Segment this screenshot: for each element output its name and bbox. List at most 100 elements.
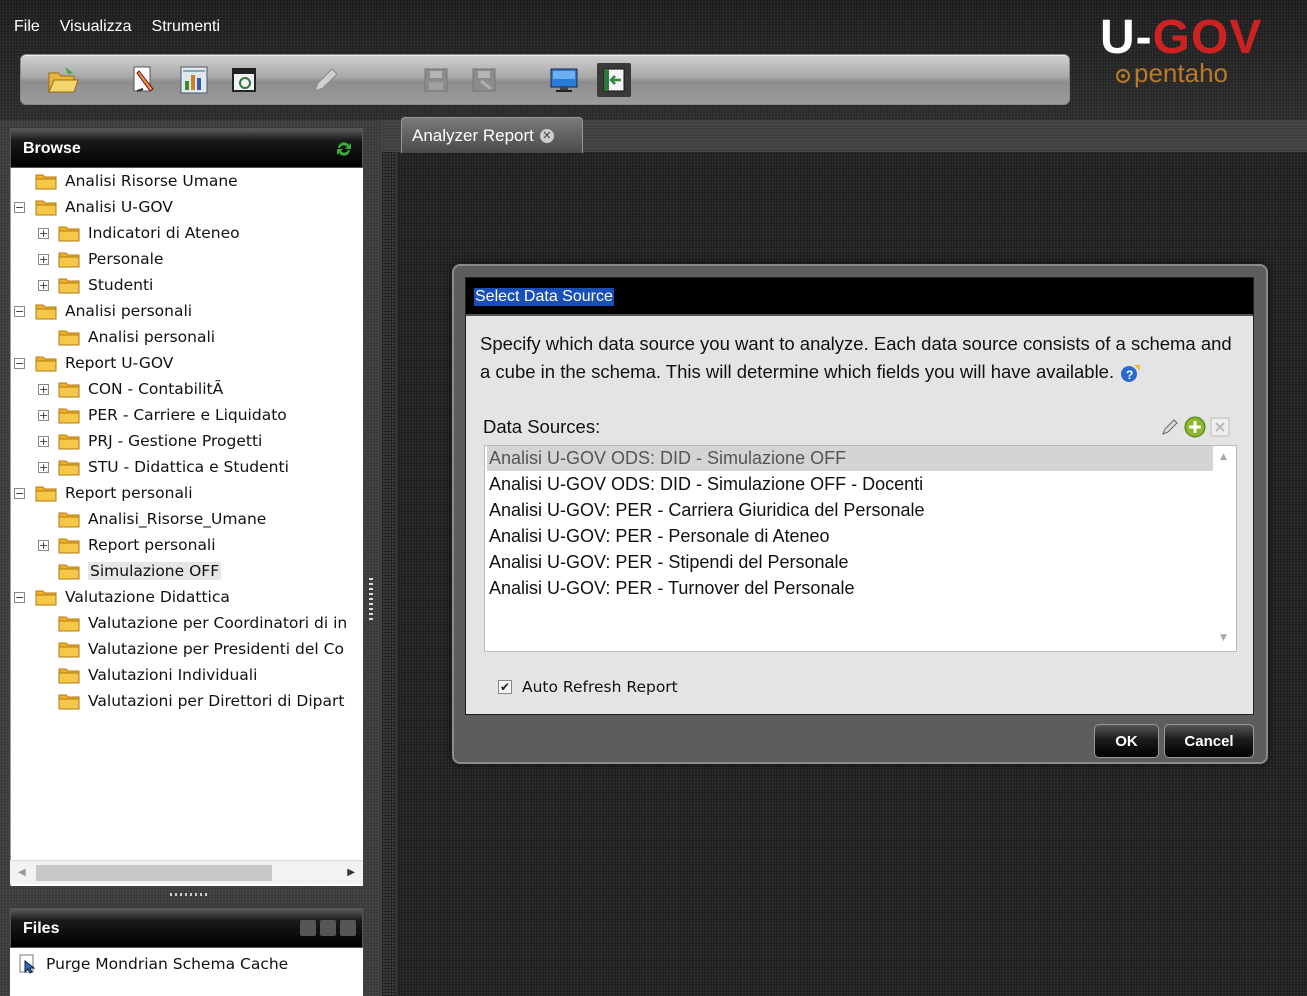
cancel-button[interactable]: Cancel [1164, 724, 1254, 758]
save-icon[interactable] [419, 63, 453, 97]
expand-icon[interactable]: + [38, 410, 49, 421]
menu-view[interactable]: Visualizza [60, 18, 132, 36]
tree-item-label: Report U-GOV [65, 354, 174, 372]
data-sources-listbox[interactable]: ▲ ▼ Analisi U-GOV ODS: DID - Simulazione… [484, 445, 1237, 652]
data-source-item[interactable]: Analisi U-GOV ODS: DID - Simulazione OFF [487, 446, 1213, 471]
tree-item[interactable]: Valutazione per Presidenti del Co [58, 638, 344, 660]
dialog-description: Specify which data source you want to an… [480, 330, 1240, 386]
dialog-title-bar[interactable]: Select Data Source [466, 278, 1253, 316]
action-file-icon [19, 954, 36, 974]
collapse-icon[interactable]: − [14, 592, 25, 603]
tree-item-label: Personale [88, 250, 164, 268]
edit-report-icon[interactable] [127, 63, 161, 97]
listbox-vertical-scrollbar[interactable]: ▲ ▼ [1214, 446, 1236, 651]
tree-item[interactable]: Analisi personali [58, 326, 215, 348]
delete-data-source-icon[interactable] [1210, 417, 1230, 437]
files-properties-icon[interactable] [320, 920, 336, 936]
expand-icon[interactable]: + [38, 228, 49, 239]
scheduler-icon[interactable] [227, 63, 261, 97]
tree-item-label: Valutazioni Individuali [88, 666, 258, 684]
expand-icon[interactable]: + [38, 540, 49, 551]
menu-bar: File Visualizza Strumenti [14, 18, 220, 36]
file-item-purge-cache[interactable]: Purge Mondrian Schema Cache [18, 954, 288, 974]
logo-gov: GOV [1152, 11, 1263, 64]
tree-item[interactable]: Report personali [58, 534, 216, 556]
refresh-icon[interactable] [334, 139, 354, 159]
tree-item[interactable]: Simulazione OFF [58, 560, 222, 582]
expand-icon[interactable]: + [38, 462, 49, 473]
expand-icon[interactable]: + [38, 384, 49, 395]
workspace-icon[interactable] [597, 63, 631, 97]
scroll-left-arrow-icon[interactable]: ◀ [18, 867, 26, 878]
tree-item[interactable]: Indicatori di Ateneo [58, 222, 240, 244]
folder-icon [58, 668, 80, 683]
save-as-icon[interactable] [467, 63, 501, 97]
files-list-icon[interactable] [340, 920, 356, 936]
data-source-item[interactable]: Analisi U-GOV: PER - Carriera Giuridica … [487, 498, 1213, 523]
tree-item[interactable]: Personale [58, 248, 163, 270]
folder-icon [58, 564, 80, 579]
monitor-icon[interactable] [547, 63, 581, 97]
edit-pencil-icon[interactable] [1160, 417, 1180, 437]
logo-pentaho: pentaho [1114, 58, 1290, 89]
tree-horizontal-scrollbar[interactable]: ◀ ▶ [10, 860, 363, 884]
tree-item[interactable]: Studenti [58, 274, 153, 296]
tree-item[interactable]: CON - ContabilitÃ [58, 378, 223, 400]
collapse-icon[interactable]: − [14, 202, 25, 213]
folder-icon [58, 252, 80, 267]
scroll-up-arrow-icon[interactable]: ▲ [1220, 452, 1227, 462]
tree-item[interactable]: Valutazioni per Direttori di Dipart [58, 690, 344, 712]
tree-item[interactable]: Analisi U-GOV [35, 196, 173, 218]
tree-item[interactable]: Valutazione Didattica [35, 586, 230, 608]
ok-button[interactable]: OK [1094, 724, 1159, 758]
auto-refresh-label: Auto Refresh Report [522, 678, 678, 696]
scroll-thumb[interactable] [36, 865, 272, 881]
auto-refresh-row[interactable]: ✔ Auto Refresh Report [498, 678, 678, 696]
tree-item[interactable]: Report U-GOV [35, 352, 173, 374]
scroll-right-arrow-icon[interactable]: ▶ [347, 867, 355, 878]
tree-item[interactable]: Report personali [35, 482, 193, 504]
logo-pentaho-text: pentaho [1134, 58, 1228, 88]
open-folder-icon[interactable] [45, 63, 79, 97]
menu-tools[interactable]: Strumenti [152, 18, 220, 36]
folder-icon [35, 200, 57, 215]
tree-item[interactable]: STU - Didattica e Studenti [58, 456, 289, 478]
data-source-item[interactable]: Analisi U-GOV: PER - Personale di Ateneo [487, 524, 1213, 549]
tab-analyzer-report[interactable]: Analyzer Report ✕ [401, 117, 583, 153]
collapse-icon[interactable]: − [14, 306, 25, 317]
folder-icon [35, 304, 57, 319]
data-sources-label: Data Sources: [483, 416, 601, 437]
collapse-icon[interactable]: − [14, 488, 25, 499]
tree-item[interactable]: Analisi Risorse Umane [35, 170, 238, 192]
tree-item-label: Analisi personali [65, 302, 193, 320]
data-source-tools [1160, 416, 1230, 438]
description-text: Specify which data source you want to an… [480, 333, 1232, 382]
horizontal-splitter-handle[interactable] [170, 893, 210, 896]
data-source-item[interactable]: Analisi U-GOV: PER - Stipendi del Person… [487, 550, 1213, 575]
folder-icon [58, 434, 80, 449]
auto-refresh-checkbox[interactable]: ✔ [498, 680, 512, 694]
tree-item[interactable]: PRJ - Gestione Progetti [58, 430, 262, 452]
expand-icon[interactable]: + [38, 436, 49, 447]
pencil-icon[interactable] [307, 63, 341, 97]
vertical-splitter-handle[interactable] [369, 578, 373, 620]
files-folder-icon[interactable] [300, 920, 316, 936]
collapse-icon[interactable]: − [14, 358, 25, 369]
close-tab-icon[interactable]: ✕ [539, 128, 554, 143]
tree-item[interactable]: Valutazioni Individuali [58, 664, 257, 686]
tree-item-label: CON - ContabilitÃ [88, 380, 224, 398]
tree-item-label: Valutazione per Presidenti del Co [88, 640, 344, 658]
menu-file[interactable]: File [14, 18, 40, 36]
scroll-down-arrow-icon[interactable]: ▼ [1220, 633, 1227, 643]
expand-icon[interactable]: + [38, 254, 49, 265]
data-source-item[interactable]: Analisi U-GOV ODS: DID - Simulazione OFF… [487, 472, 1213, 497]
tree-item[interactable]: Analisi personali [35, 300, 192, 322]
help-icon[interactable]: ? [1120, 363, 1142, 383]
data-source-item[interactable]: Analisi U-GOV: PER - Turnover del Person… [487, 576, 1213, 601]
expand-icon[interactable]: + [38, 280, 49, 291]
tree-item[interactable]: PER - Carriere e Liquidato [58, 404, 287, 426]
chart-report-icon[interactable] [177, 63, 211, 97]
tree-item[interactable]: Analisi_Risorse_Umane [58, 508, 266, 530]
tree-item[interactable]: Valutazione per Coordinatori di in [58, 612, 347, 634]
add-data-source-icon[interactable] [1184, 416, 1206, 438]
